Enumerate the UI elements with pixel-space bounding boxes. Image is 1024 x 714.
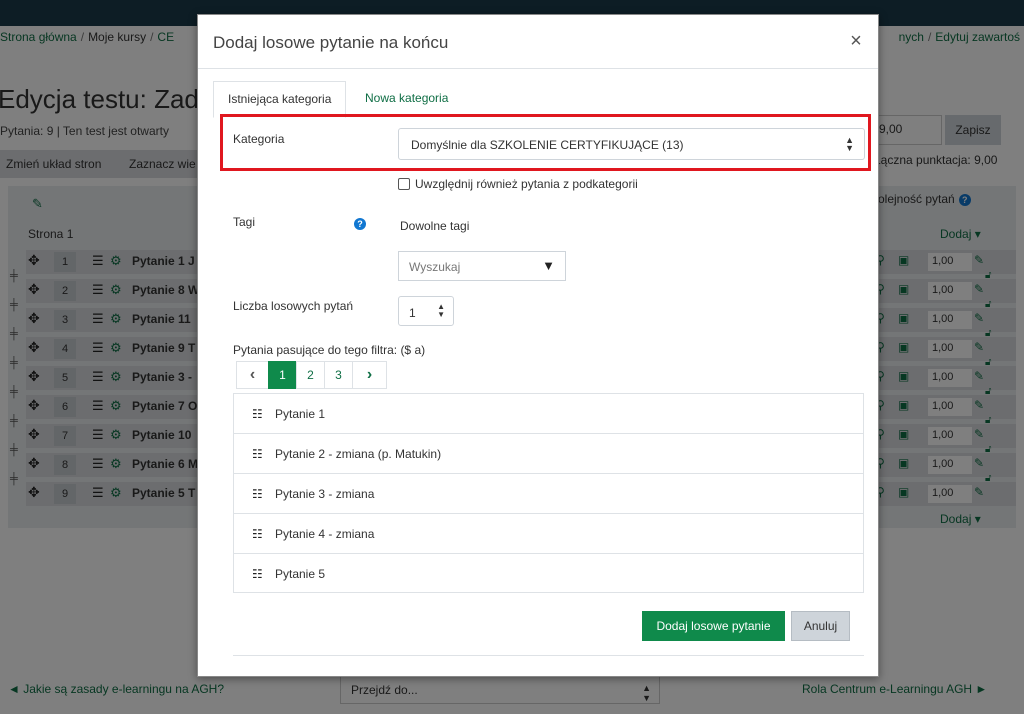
- close-button[interactable]: ×: [846, 31, 866, 51]
- tags-search-select[interactable]: Wyszukaj ▼: [398, 251, 566, 281]
- category-highlight-box: [220, 114, 871, 171]
- multichoice-icon: ☷: [252, 567, 263, 581]
- multichoice-icon: ☷: [252, 487, 263, 501]
- modal-title: Dodaj losowe pytanie na końcu: [213, 33, 449, 52]
- next-page-chevron-icon[interactable]: ›: [352, 361, 387, 389]
- matching-questions-list: ☷ Pytanie 1 ☷ Pytanie 2 - zmiana (p. Mat…: [233, 393, 864, 593]
- help-icon[interactable]: ?: [354, 218, 366, 230]
- multichoice-icon: ☷: [252, 407, 263, 421]
- list-item-label: Pytanie 3 - zmiana: [275, 487, 375, 501]
- random-count-label: Liczba losowych pytań: [233, 299, 354, 313]
- category-tabs: Istniejąca kategoria Nowa kategoria: [213, 81, 863, 118]
- list-item: ☷ Pytanie 3 - zmiana: [234, 474, 863, 514]
- updown-icon: ▲▼: [437, 302, 445, 319]
- list-item-label: Pytanie 5: [275, 567, 326, 581]
- list-item: ☷ Pytanie 2 - zmiana (p. Matukin): [234, 434, 863, 474]
- page-3-link[interactable]: 3: [324, 361, 353, 389]
- list-item: ☷ Pytanie 5: [234, 554, 863, 594]
- cancel-button[interactable]: Anuluj: [791, 611, 850, 641]
- tab-new-category[interactable]: Nowa kategoria: [351, 81, 462, 117]
- matching-questions-label: Pytania pasujące do tego filtra: ($ a): [233, 343, 426, 357]
- caret-down-icon: ▼: [542, 258, 555, 273]
- footer-divider: [233, 655, 864, 656]
- add-random-question-dialog: Dodaj losowe pytanie na końcu × Istnieją…: [197, 14, 879, 677]
- list-item-label: Pytanie 4 - zmiana: [275, 527, 375, 541]
- tab-existing-category[interactable]: Istniejąca kategoria: [213, 81, 347, 118]
- page-2-link[interactable]: 2: [296, 361, 325, 389]
- multichoice-icon: ☷: [252, 447, 263, 461]
- page-1-link[interactable]: 1: [268, 361, 297, 389]
- prev-page-chevron-icon[interactable]: ‹: [236, 361, 269, 389]
- list-item: ☷ Pytanie 4 - zmiana: [234, 514, 863, 554]
- random-count-select[interactable]: 1 ▲ ▼: [398, 296, 454, 326]
- include-subcategories-checkbox[interactable]: Uwzględnij również pytania z podkategori…: [398, 177, 638, 191]
- tags-label: Tagi: [233, 215, 256, 229]
- modal-header: Dodaj losowe pytanie na końcu ×: [198, 15, 878, 69]
- add-random-question-button[interactable]: Dodaj losowe pytanie: [642, 611, 785, 641]
- list-item: ☷ Pytanie 1: [234, 394, 863, 434]
- multichoice-icon: ☷: [252, 527, 263, 541]
- list-item-label: Pytanie 2 - zmiana (p. Matukin): [275, 447, 442, 461]
- list-item-label: Pytanie 1: [275, 407, 326, 421]
- tags-value: Dowolne tagi: [400, 219, 470, 233]
- checkbox-icon[interactable]: [398, 178, 410, 190]
